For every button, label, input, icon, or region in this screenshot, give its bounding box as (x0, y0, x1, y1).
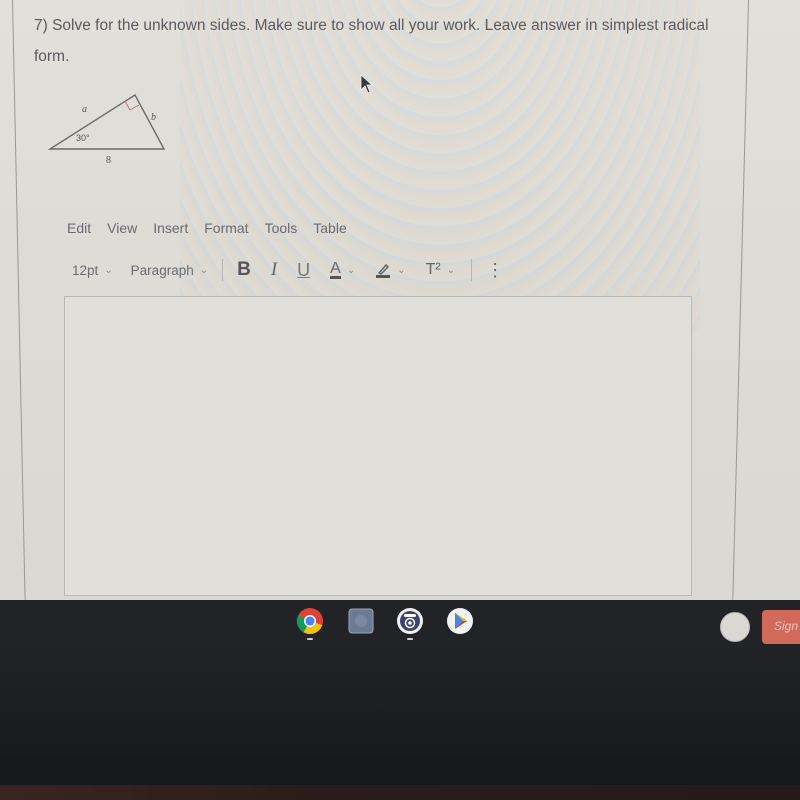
font-size-select[interactable]: 12pt ⌄ (72, 263, 113, 278)
laptop-bezel (0, 645, 800, 800)
editor-toolbar: 12pt ⌄ Paragraph ⌄ B I U A ⌄ ⌄ T² ⌄ ⋮ (72, 258, 524, 282)
triangle-shape (47, 94, 166, 150)
highlighter-icon (376, 263, 391, 278)
superscript-button[interactable]: T² ⌄ (426, 261, 456, 279)
status-tray-icon[interactable] (720, 612, 750, 642)
menu-view[interactable]: View (107, 220, 137, 236)
chevron-down-icon: ⌄ (397, 264, 406, 276)
answer-editor-textarea[interactable] (64, 296, 692, 596)
page-border-right (732, 0, 749, 600)
files-icon[interactable] (347, 607, 375, 635)
angle-label: 30° (76, 133, 90, 143)
text-color-button[interactable]: A ⌄ (330, 259, 356, 279)
page-border-left (12, 0, 26, 600)
chevron-down-icon: ⌄ (346, 264, 356, 276)
screen: 7) Solve for the unknown sides. Make sur… (0, 0, 800, 600)
superscript-icon: T² (425, 261, 441, 278)
chrome-running-indicator (307, 638, 313, 640)
text-color-icon: A (330, 259, 341, 279)
toolbar-divider (222, 259, 224, 281)
menu-tools[interactable]: Tools (265, 220, 298, 236)
laptop-bezel-edge (0, 785, 800, 800)
highlight-color-button[interactable]: ⌄ (375, 262, 406, 278)
menu-format[interactable]: Format (204, 220, 248, 236)
right-angle-mark (124, 100, 140, 111)
italic-button[interactable]: I (271, 259, 277, 281)
menu-edit[interactable]: Edit (67, 220, 91, 236)
side-a-label: a (82, 104, 87, 115)
sign-button[interactable]: Sign (762, 610, 800, 644)
play-store-icon[interactable] (446, 607, 474, 635)
editor-menubar: Edit View Insert Format Tools Table (67, 220, 363, 236)
chevron-down-icon: ⌄ (446, 264, 456, 276)
chrome-icon[interactable] (296, 607, 324, 635)
underline-button[interactable]: U (297, 260, 310, 281)
side-b-label: b (151, 112, 156, 123)
menu-table[interactable]: Table (313, 220, 346, 236)
camera-running-indicator (407, 638, 413, 640)
question-text: 7) Solve for the unknown sides. Make sur… (34, 17, 709, 65)
bold-button[interactable]: B (237, 259, 251, 281)
font-size-value: 12pt (72, 262, 99, 278)
chevron-down-icon: ⌄ (199, 264, 209, 276)
block-format-select[interactable]: Paragraph ⌄ (131, 263, 208, 278)
hypotenuse-label: 8 (106, 155, 111, 166)
menu-insert[interactable]: Insert (153, 220, 188, 236)
block-format-value: Paragraph (130, 262, 194, 278)
camera-icon[interactable] (396, 607, 424, 635)
toolbar-divider (471, 259, 473, 281)
mouse-cursor-icon (360, 74, 374, 94)
more-vertical-icon: ⋮ (486, 259, 505, 280)
more-options-button[interactable]: ⋮ (486, 260, 504, 281)
chevron-down-icon: ⌄ (104, 264, 113, 276)
